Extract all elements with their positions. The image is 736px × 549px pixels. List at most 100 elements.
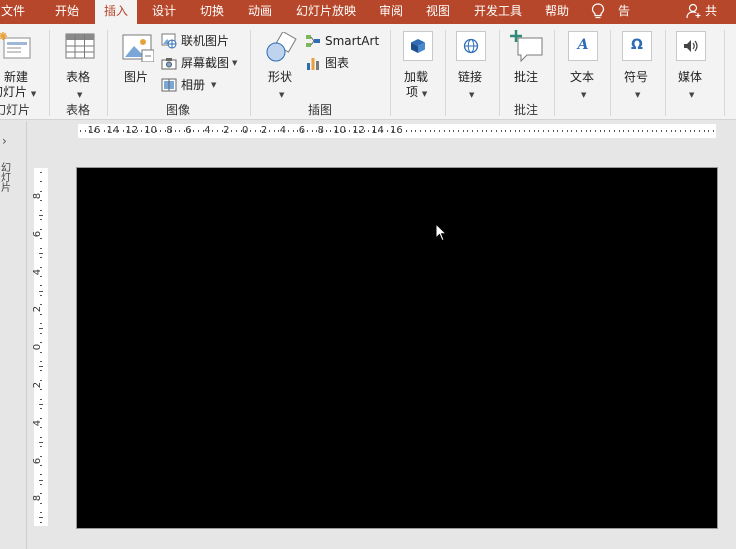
ruler-number: 8 — [32, 495, 44, 502]
ruler-tick — [453, 130, 455, 132]
online-picture-label: 联机图片 — [181, 34, 230, 48]
ruler-tick — [40, 361, 42, 362]
ruler-tick — [39, 214, 43, 216]
ruler-tick — [382, 130, 384, 132]
addins-button[interactable]: 加载 项 ▼ — [398, 28, 438, 99]
comment-label: 批注 — [514, 70, 539, 84]
ruler-tick — [40, 285, 42, 287]
ruler-tick — [198, 130, 200, 132]
ruler-tick — [557, 130, 559, 132]
ruler-tick — [40, 483, 42, 485]
ruler-tick — [273, 130, 275, 132]
ruler-tick — [462, 130, 464, 132]
links-button[interactable]: 链接 ▼ — [453, 28, 493, 99]
tab-review[interactable]: 审阅 — [379, 0, 403, 24]
group-label-slides: 幻灯片 — [0, 103, 31, 117]
group-label-comments: 批注 — [514, 103, 539, 117]
ruler-tick — [40, 238, 42, 240]
ruler-tick — [561, 130, 563, 132]
symbols-button[interactable]: Ω 符号 ▼ — [618, 28, 658, 99]
ruler-tick — [202, 130, 204, 132]
tab-help[interactable]: 帮助 — [545, 0, 569, 24]
ruler-tick — [150, 130, 152, 132]
ruler-tick — [136, 130, 138, 132]
chevron-down-icon: ▼ — [581, 91, 587, 99]
ruler-tick — [40, 474, 42, 476]
new-slide-label-1: 新建 — [4, 70, 29, 84]
addins-label-1: 加载 — [404, 70, 429, 84]
ruler-tick — [122, 130, 124, 132]
ruler-tick — [40, 446, 42, 448]
ruler-tick — [40, 257, 42, 259]
ruler-number: 4 — [32, 419, 44, 426]
menu-bar: 文件 开始 插入 设计 切换 动画 幻灯片放映 审阅 视图 开发工具 帮助 告诉… — [0, 0, 736, 62]
ruler-tick — [509, 130, 511, 132]
ruler-tick — [40, 512, 42, 514]
picture-button[interactable]: 图片 — [118, 28, 158, 88]
tab-view[interactable]: 视图 — [426, 0, 450, 24]
ruler-tick — [297, 130, 299, 132]
ruler-tick — [410, 130, 412, 132]
ruler-tick — [39, 290, 43, 292]
text-button[interactable]: A 文本 ▼ — [564, 28, 604, 99]
table-button[interactable]: 表格 ▼ — [60, 28, 100, 99]
ruler-tick — [113, 130, 115, 132]
ruler-tick — [131, 130, 133, 132]
ruler-tick — [580, 130, 582, 132]
tab-file[interactable]: 文件 — [1, 0, 25, 24]
person-icon — [686, 3, 701, 19]
smartart-label: SmartArt — [325, 34, 380, 48]
photo-album-label: 相册 — [181, 78, 206, 92]
ruler-tick — [325, 130, 327, 132]
ruler-tick — [235, 130, 237, 132]
ruler-tick — [40, 417, 42, 419]
new-comment-button[interactable]: 批注 — [508, 28, 548, 88]
horizontal-ruler: 1614121086420246810121416 — [78, 124, 716, 138]
ruler-tick — [528, 130, 530, 132]
ruler-tick — [80, 130, 81, 132]
ruler-tick — [363, 130, 365, 132]
ruler-tick — [372, 130, 374, 132]
chevron-down-icon: ▼ — [30, 90, 37, 98]
ruler-tick — [420, 130, 422, 132]
tab-animations[interactable]: 动画 — [248, 0, 272, 24]
slide-canvas[interactable] — [76, 167, 718, 529]
group-label-tables: 表格 — [66, 103, 91, 117]
tab-developer[interactable]: 开发工具 — [474, 0, 522, 24]
symbols-label: 符号 — [624, 70, 649, 84]
ruler-tick — [538, 130, 540, 132]
ruler-tick — [694, 130, 696, 132]
tab-insert[interactable]: 插入 — [95, 0, 138, 24]
ruler-tick — [613, 130, 615, 132]
links-label: 链接 — [458, 70, 483, 84]
tab-transitions[interactable]: 切换 — [200, 0, 224, 24]
expand-pane-button[interactable]: › — [2, 134, 7, 148]
tab-design[interactable]: 设计 — [152, 0, 176, 24]
ruler-tick — [264, 130, 266, 132]
chevron-down-icon: ▼ — [689, 91, 695, 99]
table-label: 表格 — [66, 70, 91, 84]
group-separator — [107, 30, 108, 116]
new-slide-button[interactable]: 新建 幻灯片 ▼ — [0, 28, 38, 99]
shapes-button[interactable]: 形状 ▼ — [262, 28, 302, 99]
ruler-tick — [401, 130, 403, 132]
camera-icon — [161, 58, 177, 70]
ruler-tick — [481, 130, 483, 132]
ruler-tick — [547, 130, 549, 132]
ruler-tick — [396, 130, 398, 132]
ruler-tick — [311, 130, 313, 132]
tab-slideshow[interactable]: 幻灯片放映 — [296, 0, 356, 24]
ruler-tick — [40, 436, 42, 438]
media-button[interactable]: 媒体 ▼ — [672, 28, 712, 99]
tab-home[interactable]: 开始 — [55, 0, 79, 24]
ruler-tick — [160, 130, 162, 132]
shapes-icon — [266, 32, 297, 62]
ruler-tick — [250, 130, 252, 132]
ruler-tick — [524, 130, 526, 132]
ruler-tick — [174, 130, 176, 132]
ruler-tick — [40, 342, 42, 344]
ruler-tick — [169, 130, 171, 132]
ruler-tick — [642, 130, 644, 132]
ruler-tick — [623, 130, 625, 132]
ruler-tick — [344, 130, 346, 132]
